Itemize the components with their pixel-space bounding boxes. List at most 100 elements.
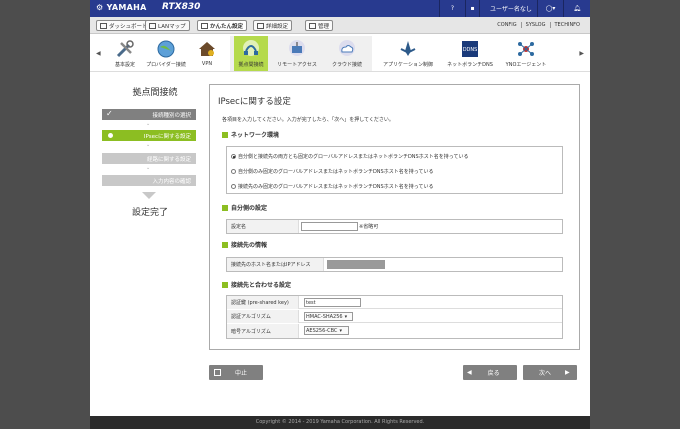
ipsec-settings-panel: IPsecに関する設定 各項目を入力してください。入力が完了したら、「次へ」を押…	[209, 84, 580, 350]
section-marker-icon	[222, 241, 228, 248]
model-name: RTX830	[162, 2, 201, 12]
nav-netvolante-dns[interactable]: DDNS ネットボランチDNS	[444, 36, 496, 71]
user-name: ユーザー名なし	[479, 0, 537, 17]
easy-setup-icon	[201, 22, 208, 29]
step-connection-type: ✓ 接続種別の選択	[102, 109, 196, 120]
dashboard-button[interactable]: ダッシュボード	[96, 20, 152, 31]
dropdown-arrow-icon: ▾	[344, 313, 348, 320]
back-button[interactable]: ◀ 戻る	[463, 365, 517, 380]
nav-basic-settings[interactable]: 基本設定	[108, 36, 142, 71]
psk-input[interactable]: test	[304, 298, 361, 307]
chevron-down-icon: ⌄	[146, 142, 151, 148]
optional-note: ※省略可	[359, 224, 379, 230]
scroll-left-arrow-icon[interactable]: ◀	[96, 50, 101, 57]
ring-icon: ◯	[545, 5, 553, 12]
config-link[interactable]: CONFIG	[493, 22, 520, 28]
network-env-box: 自分側と接続先の両方とも固定のグローバルアドレスまたはネットボランチDNSホスト…	[226, 146, 563, 194]
auth-algorithm-select[interactable]: HMAC-SHA256 ▾	[304, 312, 353, 321]
peer-info-box: 接続先のホスト名またはIPアドレス	[226, 257, 563, 272]
menu-bar: ダッシュボード LANマップ かんたん設定 詳細設定 管理 CONFIG SYS…	[90, 17, 590, 34]
easy-setup-button[interactable]: かんたん設定	[197, 20, 248, 31]
setting-name-label: 設定名	[227, 220, 299, 233]
techinfo-link[interactable]: TECHINFO	[549, 22, 585, 28]
detail-setup-button[interactable]: 詳細設定	[253, 20, 293, 31]
dashboard-icon	[100, 22, 107, 29]
help-button[interactable]: ?	[439, 0, 465, 17]
language-menu-button[interactable]: ◯ ▾	[537, 0, 563, 17]
section-marker-icon	[222, 204, 228, 211]
own-settings-box: 設定名 ※省略可	[226, 219, 563, 234]
detail-setup-icon	[257, 22, 264, 29]
enc-algorithm-label: 暗号アルゴリズム	[227, 324, 299, 338]
radio-icon	[231, 184, 236, 189]
yamaha-emblem-icon: ⚙	[96, 3, 104, 12]
section-marker-icon	[222, 281, 228, 288]
next-button[interactable]: 次へ ▶	[523, 365, 577, 380]
nav-vpn[interactable]: VPN	[192, 36, 222, 71]
wrench-icon	[309, 22, 316, 29]
check-icon: ✓	[106, 109, 113, 118]
nav-yno-agent[interactable]: YNOエージェント	[502, 36, 550, 71]
user-icon: ▪	[465, 0, 479, 17]
section-own-settings: 自分側の設定	[222, 203, 267, 212]
wizard-title: 拠点間接続	[132, 88, 178, 98]
radio-selected-icon	[231, 154, 236, 159]
radio-both-fixed[interactable]: 自分側と接続先の両方とも固定のグローバルアドレスまたはネットボランチDNSホスト…	[231, 153, 468, 160]
dns-icon: DDNS	[462, 41, 478, 57]
lanmap-icon	[149, 22, 156, 29]
back-arrow-icon: ◀	[467, 369, 472, 376]
syslog-link[interactable]: SYSLOG	[520, 22, 550, 28]
scroll-right-arrow-icon[interactable]: ▶	[579, 50, 584, 57]
section-match-settings: 接続先と合わせる設定	[222, 280, 291, 289]
svg-text:DDNS: DDNS	[463, 47, 478, 53]
app-control-icon	[400, 41, 416, 56]
brand-logo: ⚙ YAMAHA	[96, 3, 147, 12]
step-ipsec-settings: IPsecに関する設定	[102, 130, 196, 141]
section-marker-icon	[222, 131, 228, 138]
nav-remote-access[interactable]: リモートアクセス	[274, 36, 320, 71]
tools-icon	[116, 40, 134, 58]
psk-label: 認証鍵 (pre-shared key)	[227, 296, 299, 309]
cancel-button[interactable]: 中止	[209, 365, 263, 380]
match-settings-box: 認証鍵 (pre-shared key) test 認証アルゴリズム HMAC-…	[226, 295, 563, 339]
step-route-settings: 経路に関する設定	[102, 153, 196, 164]
current-dot-icon	[108, 133, 113, 138]
radio-icon	[231, 169, 236, 174]
house-key-icon	[199, 42, 215, 56]
radio-own-fixed[interactable]: 自分側のみ固定のグローバルアドレスまたはネットボランチDNSホスト名を持っている	[231, 168, 433, 175]
cancel-icon	[214, 369, 221, 376]
section-peer-info: 接続先の情報	[222, 240, 267, 249]
nav-provider[interactable]: プロバイダー接続	[144, 36, 188, 71]
notification-bell-icon[interactable]: 🔔︎	[563, 0, 590, 17]
admin-button[interactable]: 管理	[305, 20, 334, 31]
panel-description: 各項目を入力してください。入力が完了したら、「次へ」を押してください。	[222, 117, 394, 123]
nav-site-connection[interactable]: 拠点間接続	[234, 36, 268, 71]
chevron-down-icon: ⌄	[146, 165, 151, 171]
feature-icon-bar: ◀ 基本設定 プロバイダー接続 VPN 拠点間接続 リモートアクセス クラウド接…	[90, 35, 590, 72]
setting-name-input[interactable]	[301, 222, 358, 231]
enc-algorithm-select[interactable]: AES256-CBC ▾	[304, 326, 349, 335]
globe-icon	[157, 40, 175, 58]
step-confirm: 入力内容の確認	[102, 175, 196, 186]
top-bar: ⚙ YAMAHA RTX830 ? ▪ ユーザー名なし ◯ ▾ 🔔︎	[90, 0, 590, 17]
auth-algorithm-label: 認証アルゴリズム	[227, 310, 299, 323]
footer-copyright: Copyright © 2014 - 2019 Yamaha Corporati…	[90, 416, 590, 429]
lanmap-button[interactable]: LANマップ	[145, 20, 190, 31]
nav-cloud-connection[interactable]: クラウド接続	[326, 36, 368, 71]
section-network-env: ネットワーク環境	[222, 130, 279, 139]
peer-host-input[interactable]	[327, 260, 385, 269]
site-connection-icon	[243, 40, 259, 56]
nav-app-control[interactable]: アプリケーション制御	[380, 36, 436, 71]
yno-icon	[518, 42, 534, 56]
arrow-down-icon	[142, 192, 156, 199]
chevron-down-icon: ⌄	[146, 121, 151, 127]
next-arrow-icon: ▶	[565, 369, 570, 376]
remote-access-icon	[289, 40, 305, 56]
dropdown-arrow-icon: ▾	[339, 327, 342, 334]
panel-title: IPsecに関する設定	[218, 97, 291, 107]
app-frame: ⚙ YAMAHA RTX830 ? ▪ ユーザー名なし ◯ ▾ 🔔︎ ダッシュボー…	[90, 0, 590, 429]
radio-peer-fixed[interactable]: 接続先のみ固定のグローバルアドレスまたはネットボランチDNSホスト名を持っている	[231, 183, 433, 190]
step-complete: 設定完了	[131, 208, 168, 218]
cloud-icon	[339, 40, 355, 56]
peer-host-label: 接続先のホスト名またはIPアドレス	[227, 258, 324, 271]
